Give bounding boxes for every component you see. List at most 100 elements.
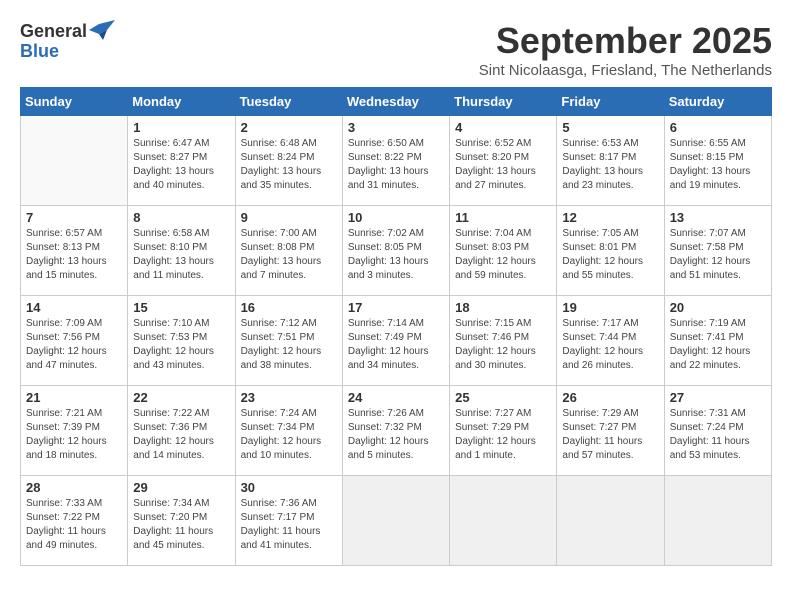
day-number: 17 [348,300,444,315]
day-info: Sunrise: 7:10 AM Sunset: 7:53 PM Dayligh… [133,317,229,373]
calendar-week-row: 21 Sunrise: 7:21 AM Sunset: 7:39 PM Dayli… [21,386,772,476]
calendar-week-row: 28 Sunrise: 7:33 AM Sunset: 7:22 PM Dayli… [21,476,772,566]
table-row: 29Sunrise: 7:34 AM Sunset: 7:20 PM Dayli… [128,476,235,566]
day-info: Sunrise: 6:52 AM Sunset: 8:20 PM Dayligh… [455,137,551,193]
day-number: 16 [241,300,337,315]
table-row: 14 Sunrise: 7:09 AM Sunset: 7:56 PM Dayli… [21,296,128,386]
day-number: 28 [26,480,122,495]
day-info: Sunrise: 7:04 AM Sunset: 8:03 PM Dayligh… [455,227,551,283]
day-info: Sunrise: 7:29 AM Sunset: 7:27 PM Dayligh… [562,407,658,463]
day-number: 11 [455,210,551,225]
day-info: Sunrise: 7:15 AM Sunset: 7:46 PM Dayligh… [455,317,551,373]
day-info: Sunrise: 7:00 AM Sunset: 8:08 PM Dayligh… [241,227,337,283]
day-number: 5 [562,120,658,135]
day-number: 9 [241,210,337,225]
day-info: Sunrise: 6:53 AM Sunset: 8:17 PM Dayligh… [562,137,658,193]
table-row: 4 Sunrise: 6:52 AM Sunset: 8:20 PM Daylig… [450,116,557,206]
day-info: Sunrise: 6:48 AM Sunset: 8:24 PM Dayligh… [241,137,337,193]
header-friday: Friday [557,88,664,116]
table-row: 15 Sunrise: 7:10 AM Sunset: 7:53 PM Dayli… [128,296,235,386]
day-info: Sunrise: 7:05 AM Sunset: 8:01 PM Dayligh… [562,227,658,283]
day-number: 14 [26,300,122,315]
table-row: 8 Sunrise: 6:58 AM Sunset: 8:10 PM Daylig… [128,206,235,296]
day-number: 4 [455,120,551,135]
day-info: Sunrise: 7:21 AM Sunset: 7:39 PM Dayligh… [26,407,122,463]
table-row: 28 Sunrise: 7:33 AM Sunset: 7:22 PM Dayli… [21,476,128,566]
table-row [450,476,557,566]
day-info: Sunrise: 7:02 AM Sunset: 8:05 PM Dayligh… [348,227,444,283]
logo: General Blue [20,20,115,60]
table-row: 6 Sunrise: 6:55 AM Sunset: 8:15 PM Daylig… [664,116,771,206]
day-number: 27 [670,390,766,405]
table-row [21,116,128,206]
day-number: 26 [562,390,658,405]
day-info: Sunrise: 7:17 AM Sunset: 7:44 PM Dayligh… [562,317,658,373]
day-info: Sunrise: 6:55 AM Sunset: 8:15 PM Dayligh… [670,137,766,193]
table-row [342,476,449,566]
day-number: 20 [670,300,766,315]
header-tuesday: Tuesday [235,88,342,116]
table-row: 3 Sunrise: 6:50 AM Sunset: 8:22 PM Daylig… [342,116,449,206]
table-row: 22 Sunrise: 7:22 AM Sunset: 7:36 PM Dayli… [128,386,235,476]
header-sunday: Sunday [21,88,128,116]
table-row: 13 Sunrise: 7:07 AM Sunset: 7:58 PM Dayli… [664,206,771,296]
day-number: 24 [348,390,444,405]
day-number: 18 [455,300,551,315]
calendar-header-row: Sunday Monday Tuesday Wednesday Thursday… [21,88,772,116]
calendar-table: Sunday Monday Tuesday Wednesday Thursday… [20,87,772,566]
table-row: 25 Sunrise: 7:27 AM Sunset: 7:29 PM Dayli… [450,386,557,476]
table-row: 17 Sunrise: 7:14 AM Sunset: 7:49 PM Dayli… [342,296,449,386]
day-info: Sunrise: 7:24 AM Sunset: 7:34 PM Dayligh… [241,407,337,463]
table-row: 5 Sunrise: 6:53 AM Sunset: 8:17 PM Daylig… [557,116,664,206]
page-header: General Blue September 2025 Sint Nicolaa… [20,20,772,79]
day-number: 21 [26,390,122,405]
day-info: Sunrise: 7:07 AM Sunset: 7:58 PM Dayligh… [670,227,766,283]
day-number: 6 [670,120,766,135]
logo-bird-icon [89,20,115,42]
day-number: 3 [348,120,444,135]
day-info: Sunrise: 7:27 AM Sunset: 7:29 PM Dayligh… [455,407,551,463]
logo-general: General [20,22,87,40]
day-number: 12 [562,210,658,225]
header-wednesday: Wednesday [342,88,449,116]
day-number: 22 [133,390,229,405]
day-info: Sunrise: 7:26 AM Sunset: 7:32 PM Dayligh… [348,407,444,463]
table-row: 26 Sunrise: 7:29 AM Sunset: 7:27 PM Dayli… [557,386,664,476]
calendar-week-row: 7Sunrise: 6:57 AM Sunset: 8:13 PM Daylig… [21,206,772,296]
table-row: 2Sunrise: 6:48 AM Sunset: 8:24 PM Daylig… [235,116,342,206]
day-number: 29 [133,480,229,495]
table-row: 27 Sunrise: 7:31 AM Sunset: 7:24 PM Dayli… [664,386,771,476]
table-row: 10 Sunrise: 7:02 AM Sunset: 8:05 PM Dayli… [342,206,449,296]
calendar-week-row: 14 Sunrise: 7:09 AM Sunset: 7:56 PM Dayli… [21,296,772,386]
day-number: 30 [241,480,337,495]
day-number: 10 [348,210,444,225]
header-thursday: Thursday [450,88,557,116]
table-row: 11 Sunrise: 7:04 AM Sunset: 8:03 PM Dayli… [450,206,557,296]
logo-blue: Blue [20,42,59,60]
day-info: Sunrise: 7:22 AM Sunset: 7:36 PM Dayligh… [133,407,229,463]
day-number: 25 [455,390,551,405]
header-monday: Monday [128,88,235,116]
day-info: Sunrise: 6:58 AM Sunset: 8:10 PM Dayligh… [133,227,229,283]
day-info: Sunrise: 7:33 AM Sunset: 7:22 PM Dayligh… [26,497,122,553]
day-number: 1 [133,120,229,135]
location-subtitle: Sint Nicolaasga, Friesland, The Netherla… [479,62,772,79]
calendar-week-row: 1 Sunrise: 6:47 AM Sunset: 8:27 PM Daylig… [21,116,772,206]
day-number: 8 [133,210,229,225]
day-info: Sunrise: 6:50 AM Sunset: 8:22 PM Dayligh… [348,137,444,193]
day-info: Sunrise: 6:47 AM Sunset: 8:27 PM Dayligh… [133,137,229,193]
table-row: 1 Sunrise: 6:47 AM Sunset: 8:27 PM Daylig… [128,116,235,206]
day-number: 13 [670,210,766,225]
table-row: 21 Sunrise: 7:21 AM Sunset: 7:39 PM Dayli… [21,386,128,476]
table-row: 16 Sunrise: 7:12 AM Sunset: 7:51 PM Dayli… [235,296,342,386]
day-info: Sunrise: 7:12 AM Sunset: 7:51 PM Dayligh… [241,317,337,373]
day-number: 15 [133,300,229,315]
table-row: 18 Sunrise: 7:15 AM Sunset: 7:46 PM Dayli… [450,296,557,386]
day-info: Sunrise: 7:19 AM Sunset: 7:41 PM Dayligh… [670,317,766,373]
day-number: 23 [241,390,337,405]
day-info: Sunrise: 7:31 AM Sunset: 7:24 PM Dayligh… [670,407,766,463]
table-row: 12 Sunrise: 7:05 AM Sunset: 8:01 PM Dayli… [557,206,664,296]
day-info: Sunrise: 7:09 AM Sunset: 7:56 PM Dayligh… [26,317,122,373]
table-row [557,476,664,566]
day-info: Sunrise: 7:14 AM Sunset: 7:49 PM Dayligh… [348,317,444,373]
